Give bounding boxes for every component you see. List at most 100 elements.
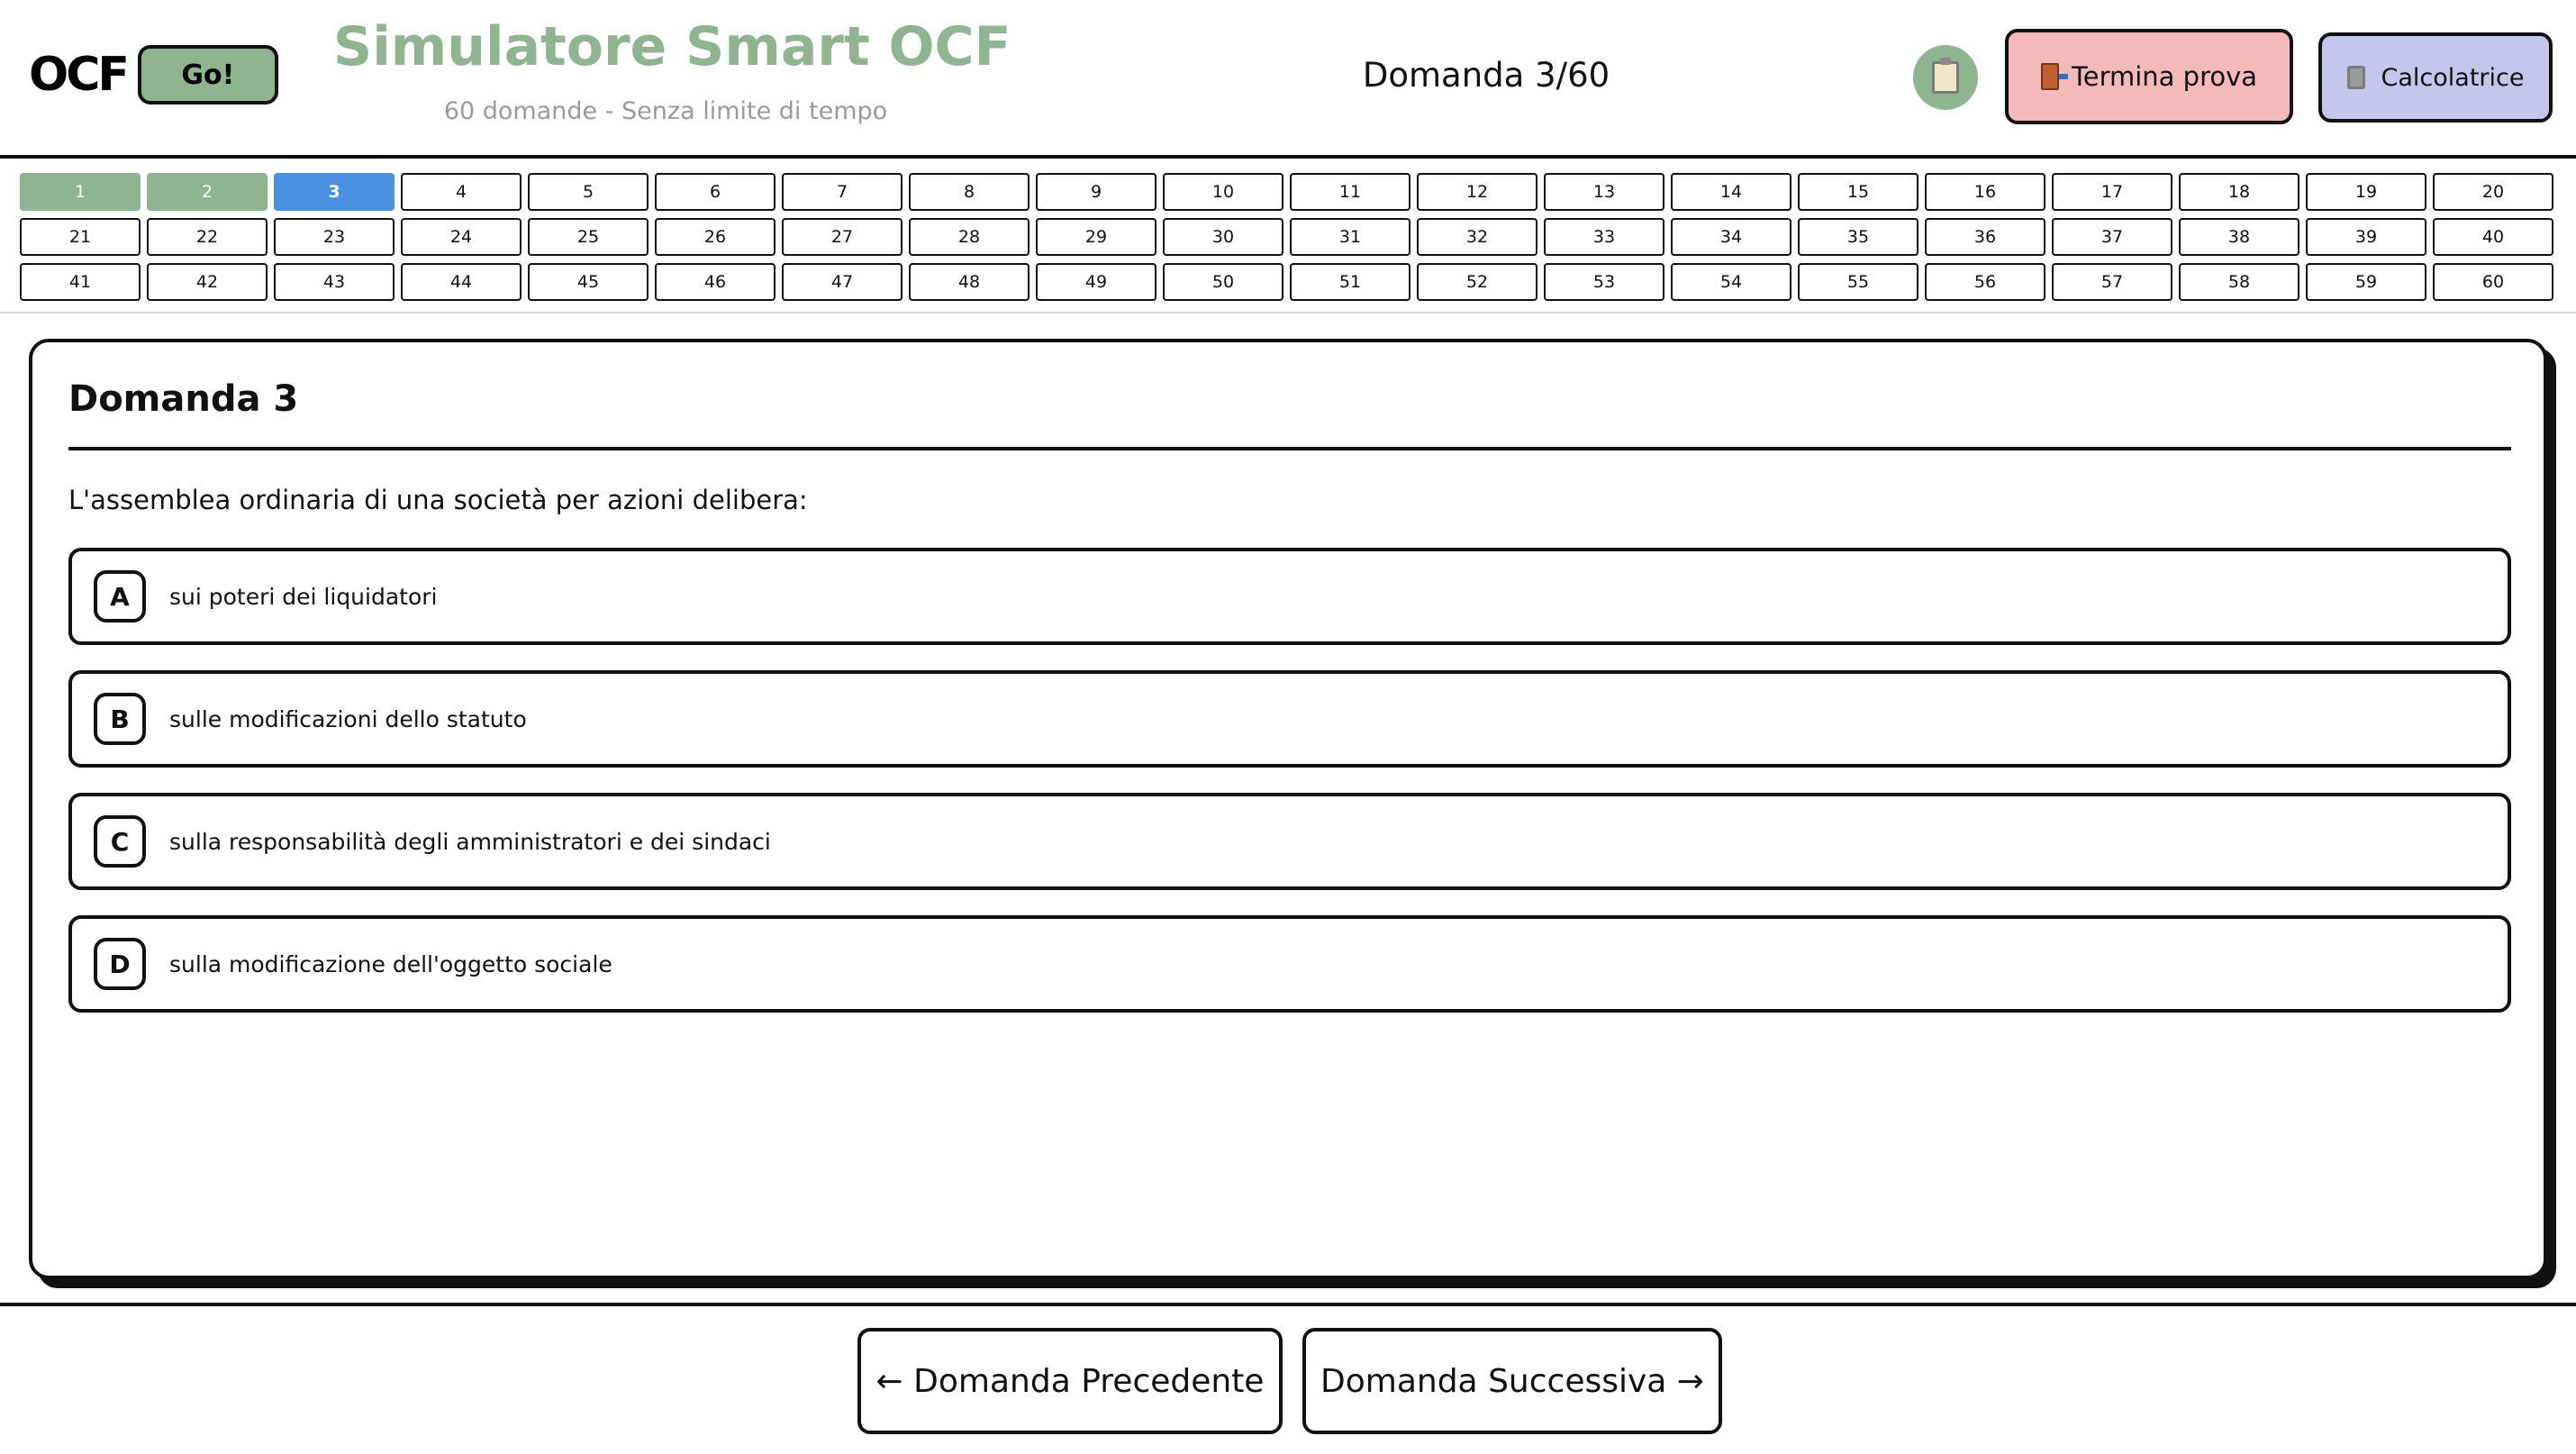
- logo: OCF Go!: [29, 45, 278, 105]
- grid-divider: [0, 312, 2576, 314]
- question-nav-cell-43[interactable]: 43: [274, 263, 395, 301]
- question-nav-cell-53[interactable]: 53: [1544, 263, 1664, 301]
- question-nav-cell-26[interactable]: 26: [655, 218, 776, 256]
- question-nav-cell-55[interactable]: 55: [1798, 263, 1918, 301]
- question-nav-cell-9[interactable]: 9: [1036, 173, 1156, 211]
- question-nav-cell-25[interactable]: 25: [528, 218, 649, 256]
- option-text: sulle modificazioni dello statuto: [169, 705, 527, 732]
- calculator-icon: [2346, 66, 2365, 89]
- door-exit-icon: [2040, 63, 2068, 90]
- app-subtitle: 60 domande - Senza limite di tempo: [443, 97, 888, 125]
- question-nav-cell-50[interactable]: 50: [1163, 263, 1283, 301]
- option-letter: D: [94, 938, 146, 990]
- previous-question-button[interactable]: ← Domanda Precedente: [857, 1328, 1283, 1434]
- question-nav-cell-39[interactable]: 39: [2306, 218, 2426, 256]
- question-nav-cell-52[interactable]: 52: [1417, 263, 1537, 301]
- question-nav-cell-2[interactable]: 2: [147, 173, 268, 211]
- question-nav-cell-8[interactable]: 8: [909, 173, 1029, 211]
- answer-option-b[interactable]: B sulle modificazioni dello statuto: [68, 670, 2511, 768]
- question-nav-cell-23[interactable]: 23: [274, 218, 395, 256]
- question-title: Domanda 3: [68, 378, 299, 420]
- title-block: Simulatore Smart OCF 60 domande - Senza …: [333, 13, 1011, 125]
- question-nav-cell-19[interactable]: 19: [2306, 173, 2426, 211]
- question-nav-cell-30[interactable]: 30: [1163, 218, 1283, 256]
- option-letter: C: [94, 815, 146, 868]
- question-nav-cell-56[interactable]: 56: [1925, 263, 2045, 301]
- question-nav-cell-42[interactable]: 42: [147, 263, 268, 301]
- option-text: sui poteri dei liquidatori: [169, 583, 438, 610]
- question-nav-cell-32[interactable]: 32: [1417, 218, 1537, 256]
- question-nav-cell-46[interactable]: 46: [655, 263, 776, 301]
- question-nav-cell-45[interactable]: 45: [528, 263, 649, 301]
- top-bar: OCF Go! Simulatore Smart OCF 60 domande …: [0, 0, 2576, 159]
- question-nav-cell-1[interactable]: 1: [20, 173, 141, 211]
- app-title: Simulatore Smart OCF: [333, 15, 1011, 78]
- question-nav-cell-31[interactable]: 31: [1290, 218, 1410, 256]
- answer-option-c[interactable]: C sulla responsabilità degli amministrat…: [68, 793, 2511, 890]
- question-nav-cell-28[interactable]: 28: [909, 218, 1029, 256]
- question-nav-cell-22[interactable]: 22: [147, 218, 268, 256]
- calculator-button[interactable]: Calcolatrice: [2318, 32, 2553, 123]
- question-nav-cell-29[interactable]: 29: [1036, 218, 1156, 256]
- question-nav-cell-37[interactable]: 37: [2052, 218, 2172, 256]
- question-nav-cell-59[interactable]: 59: [2306, 263, 2426, 301]
- question-title-divider: [68, 447, 2511, 450]
- question-nav-cell-14[interactable]: 14: [1671, 173, 1791, 211]
- question-nav-cell-13[interactable]: 13: [1544, 173, 1664, 211]
- question-nav-cell-12[interactable]: 12: [1417, 173, 1537, 211]
- question-navigator-grid: 1 2 3 4 5 6 7 8 9 10 11 12 13 14 15 16 17 18 19 20 21 22 23 24 2…: [20, 173, 2560, 301]
- question-nav-cell-33[interactable]: 33: [1544, 218, 1664, 256]
- notes-button[interactable]: [1913, 45, 1978, 110]
- question-nav-cell-20[interactable]: 20: [2433, 173, 2553, 211]
- question-nav-cell-15[interactable]: 15: [1798, 173, 1918, 211]
- question-nav-cell-11[interactable]: 11: [1290, 173, 1410, 211]
- question-nav-cell-4[interactable]: 4: [401, 173, 522, 211]
- question-nav-cell-57[interactable]: 57: [2052, 263, 2172, 301]
- option-text: sulla responsabilità degli amministrator…: [169, 828, 771, 855]
- question-nav-cell-3[interactable]: 3: [274, 173, 395, 211]
- question-nav-cell-49[interactable]: 49: [1036, 263, 1156, 301]
- question-counter: Domanda 3/60: [1362, 56, 1610, 95]
- question-nav-cell-6[interactable]: 6: [655, 173, 776, 211]
- next-question-label: Domanda Successiva: [1320, 1362, 1667, 1400]
- logo-text: OCF: [29, 48, 130, 102]
- question-nav-cell-7[interactable]: 7: [782, 173, 903, 211]
- question-nav-cell-51[interactable]: 51: [1290, 263, 1410, 301]
- question-nav-cell-44[interactable]: 44: [401, 263, 522, 301]
- answer-option-d[interactable]: D sulla modificazione dell'oggetto socia…: [68, 915, 2511, 1013]
- question-nav-cell-17[interactable]: 17: [2052, 173, 2172, 211]
- question-nav-cell-60[interactable]: 60: [2433, 263, 2553, 301]
- question-nav-cell-24[interactable]: 24: [401, 218, 522, 256]
- logo-go-badge: Go!: [137, 45, 278, 105]
- question-card: Domanda 3 L'assemblea ordinaria di una s…: [29, 339, 2547, 1279]
- question-nav-cell-27[interactable]: 27: [782, 218, 903, 256]
- clipboard-icon: [1932, 58, 1959, 94]
- answer-option-a[interactable]: A sui poteri dei liquidatori: [68, 548, 2511, 645]
- question-nav-cell-10[interactable]: 10: [1163, 173, 1283, 211]
- question-nav-cell-35[interactable]: 35: [1798, 218, 1918, 256]
- question-nav-cell-5[interactable]: 5: [528, 173, 649, 211]
- next-question-button[interactable]: Domanda Successiva →: [1302, 1328, 1722, 1434]
- question-nav-cell-16[interactable]: 16: [1925, 173, 2045, 211]
- end-exam-button[interactable]: Termina prova: [2005, 29, 2293, 124]
- option-letter: B: [94, 693, 146, 745]
- question-nav-cell-41[interactable]: 41: [20, 263, 141, 301]
- question-nav-cell-21[interactable]: 21: [20, 218, 141, 256]
- arrow-right-icon: →: [1676, 1362, 1704, 1400]
- arrow-left-icon: ←: [875, 1362, 903, 1400]
- question-nav-cell-54[interactable]: 54: [1671, 263, 1791, 301]
- question-nav-cell-40[interactable]: 40: [2433, 218, 2553, 256]
- question-nav-cell-58[interactable]: 58: [2179, 263, 2299, 301]
- question-nav-cell-48[interactable]: 48: [909, 263, 1029, 301]
- question-nav-cell-47[interactable]: 47: [782, 263, 903, 301]
- previous-question-label: Domanda Precedente: [913, 1362, 1265, 1400]
- question-nav-cell-34[interactable]: 34: [1671, 218, 1791, 256]
- calculator-label: Calcolatrice: [2381, 63, 2525, 92]
- option-letter: A: [94, 570, 146, 622]
- end-exam-label: Termina prova: [2071, 61, 2258, 92]
- footer-divider: [0, 1303, 2576, 1306]
- option-text: sulla modificazione dell'oggetto sociale: [169, 950, 612, 977]
- question-nav-cell-38[interactable]: 38: [2179, 218, 2299, 256]
- question-nav-cell-18[interactable]: 18: [2179, 173, 2299, 211]
- question-nav-cell-36[interactable]: 36: [1925, 218, 2045, 256]
